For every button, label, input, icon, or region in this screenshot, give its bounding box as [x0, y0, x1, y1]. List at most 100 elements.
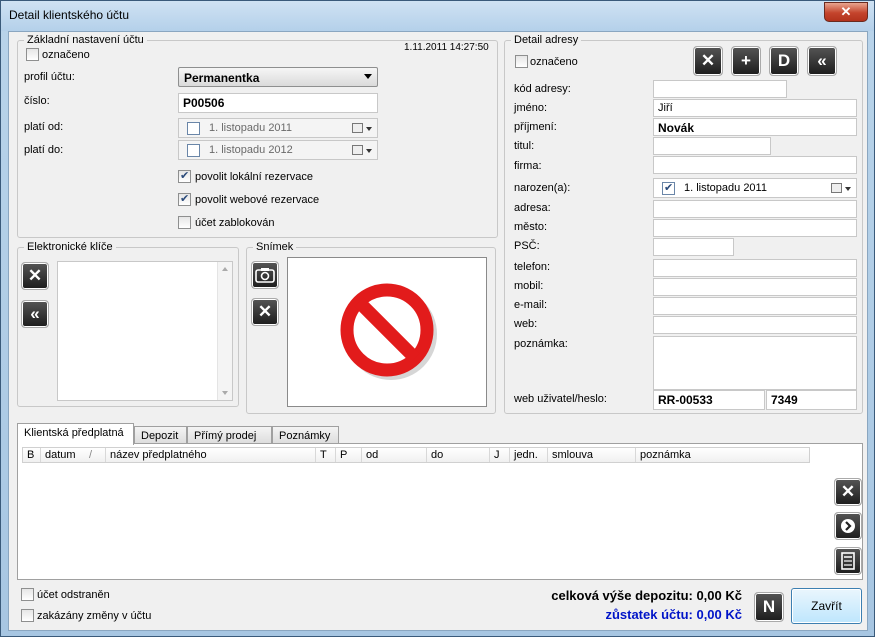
dialog-window: Detail klientského účtu ✕ Základní nasta… [0, 0, 875, 637]
valid-from-datepicker[interactable]: 1. listopadu 2011 [178, 118, 378, 138]
address-code-label: kód adresy: [514, 83, 571, 95]
take-photo-button[interactable] [251, 261, 279, 289]
city-input[interactable] [653, 219, 857, 237]
note-input[interactable] [653, 336, 857, 390]
next-subscription-button[interactable] [834, 512, 862, 540]
web-user-label: web uživatel/heslo: [514, 393, 607, 405]
tab-subscriptions[interactable]: Klientská předplatná [17, 423, 134, 445]
account-balance: zůstatek účtu: 0,00 Kč [605, 607, 742, 622]
tab-notes[interactable]: Poznámky [272, 426, 339, 444]
account-settings-title: Základní nastavení účtu [24, 34, 147, 46]
mobile-label: mobil: [514, 280, 544, 292]
keys-listbox[interactable] [57, 261, 233, 401]
title-input[interactable] [653, 137, 771, 155]
col-date[interactable]: datum / [41, 448, 106, 462]
sort-indicator-icon: / [89, 449, 93, 461]
scroll-down-icon [222, 391, 228, 395]
chevron-right-icon [841, 519, 855, 533]
calendar-icon [831, 183, 842, 193]
back-address-button[interactable]: « [807, 46, 837, 76]
web-user-input[interactable]: RR-00533 [653, 390, 765, 410]
email-label: e-mail: [514, 299, 548, 311]
valid-to-checkbox[interactable] [187, 144, 200, 157]
address-code-input[interactable] [653, 80, 787, 98]
col-contract[interactable]: smlouva [548, 448, 636, 462]
web-label: web: [514, 318, 538, 330]
dialog-client-area: Základní nastavení účtu označeno 1.11.20… [8, 31, 868, 631]
add-address-button[interactable]: + [731, 46, 761, 76]
col-note[interactable]: poznámka [636, 448, 810, 462]
col-from[interactable]: od [362, 448, 427, 462]
street-input[interactable] [653, 200, 857, 218]
phone-label: telefon: [514, 261, 551, 273]
address-marked-checkbox[interactable] [515, 55, 528, 68]
camera-icon [255, 268, 275, 283]
close-button[interactable]: Zavřít [791, 588, 862, 624]
web-password-input[interactable]: 7349 [766, 390, 857, 410]
delete-address-button[interactable]: ✕ [693, 46, 723, 76]
valid-from-checkbox[interactable] [187, 122, 200, 135]
delete-key-button[interactable]: ✕ [21, 262, 49, 290]
subscriptions-panel: B datum / název předplatného T P od do J… [17, 443, 863, 580]
tab-direct-sale[interactable]: Přímý prodej [187, 426, 272, 444]
first-name-label: jméno: [514, 102, 548, 114]
valid-from-label: platí od: [24, 121, 64, 133]
born-label: narozen(a): [514, 182, 571, 194]
col-unit[interactable]: jedn. [510, 448, 548, 462]
zip-input[interactable] [653, 238, 734, 256]
window-title: Detail klientského účtu [9, 8, 130, 22]
web-reservations-label: povolit webové rezervace [195, 194, 320, 206]
address-title: Detail adresy [511, 34, 582, 46]
number-input[interactable]: P00506 [178, 93, 378, 113]
local-reservations-label: povolit lokální rezervace [195, 171, 314, 183]
web-reservations-checkbox[interactable] [178, 192, 191, 206]
local-reservations-checkbox[interactable] [178, 169, 191, 183]
phone-input[interactable] [653, 259, 857, 277]
delete-subscription-button[interactable]: ✕ [834, 478, 862, 506]
n-button[interactable]: N [754, 592, 784, 622]
surname-label: příjmení: [514, 121, 557, 133]
col-date-label: datum [45, 449, 76, 461]
valid-to-value: 1. listopadu 2012 [209, 144, 293, 156]
window-close-button[interactable]: ✕ [824, 2, 868, 22]
account-blocked-label: účet zablokován [195, 217, 275, 229]
changes-locked-checkbox[interactable] [21, 609, 34, 622]
col-p[interactable]: P [336, 448, 362, 462]
tab-deposit[interactable]: Depozit [134, 426, 187, 444]
keys-scrollbar[interactable] [217, 262, 232, 400]
calculator-button[interactable] [834, 547, 862, 575]
valid-to-datepicker[interactable]: 1. listopadu 2012 [178, 140, 378, 160]
no-photo-icon [340, 283, 437, 380]
chevron-down-icon [366, 149, 372, 153]
born-checkbox[interactable] [662, 181, 675, 195]
col-to[interactable]: do [427, 448, 490, 462]
photo-frame [287, 257, 487, 407]
first-name-input[interactable]: Jiří [653, 99, 857, 117]
back-key-button[interactable]: « [21, 300, 49, 328]
calendar-icon [352, 123, 363, 133]
account-blocked-checkbox[interactable] [178, 216, 191, 229]
col-b[interactable]: B [23, 448, 41, 462]
delete-photo-button[interactable]: ✕ [251, 298, 279, 326]
email-input[interactable] [653, 297, 857, 315]
profile-select[interactable]: Permanentka [178, 67, 378, 87]
account-marked-checkbox[interactable] [26, 48, 39, 61]
company-label: firma: [514, 160, 542, 172]
born-value: 1. listopadu 2011 [684, 182, 767, 194]
changes-locked-label: zakázány změny v účtu [37, 610, 152, 622]
company-input[interactable] [653, 156, 857, 174]
mobile-input[interactable] [653, 278, 857, 296]
web-input[interactable] [653, 316, 857, 334]
surname-input[interactable]: Novák [653, 118, 857, 136]
col-t[interactable]: T [316, 448, 336, 462]
d-address-button[interactable]: D [769, 46, 799, 76]
col-subscription-name[interactable]: název předplatného [106, 448, 316, 462]
born-datepicker[interactable]: 1. listopadu 2011 [653, 178, 857, 198]
number-label: číslo: [24, 95, 50, 107]
street-label: adresa: [514, 202, 551, 214]
profile-label: profil účtu: [24, 71, 75, 83]
account-deleted-checkbox[interactable] [21, 588, 34, 601]
col-j[interactable]: J [490, 448, 510, 462]
profile-select-value: Permanentka [184, 71, 260, 85]
valid-from-value: 1. listopadu 2011 [209, 122, 292, 134]
